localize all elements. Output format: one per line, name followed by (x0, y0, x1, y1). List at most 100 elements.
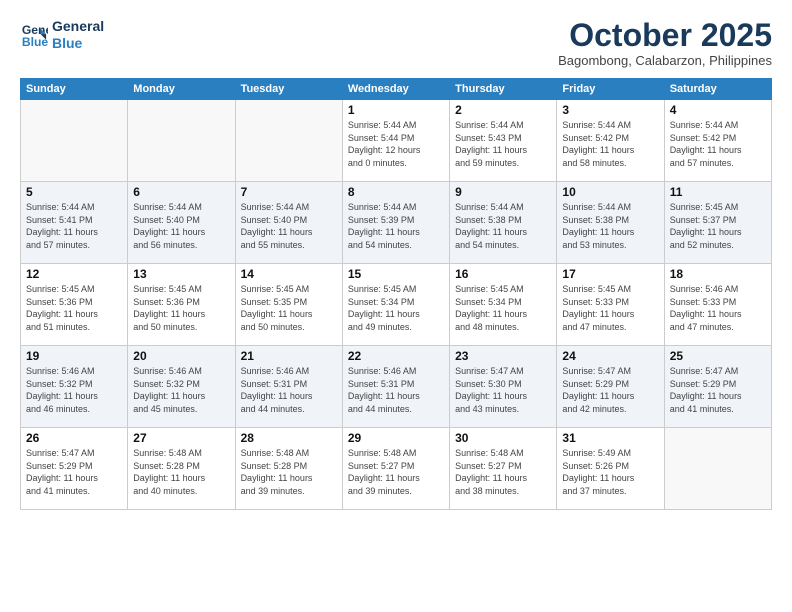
day-number: 19 (26, 349, 122, 363)
weekday-header-wednesday: Wednesday (342, 79, 449, 100)
day-number: 15 (348, 267, 444, 281)
calendar-cell: 10 Sunrise: 5:44 AMSunset: 5:38 PMDayligh… (557, 182, 664, 264)
calendar-cell: 29 Sunrise: 5:48 AMSunset: 5:27 PMDayligh… (342, 428, 449, 510)
day-number: 23 (455, 349, 551, 363)
day-info: Sunrise: 5:47 AMSunset: 5:29 PMDaylight:… (670, 365, 766, 415)
calendar-cell: 20 Sunrise: 5:46 AMSunset: 5:32 PMDayligh… (128, 346, 235, 428)
day-info: Sunrise: 5:45 AMSunset: 5:33 PMDaylight:… (562, 283, 658, 333)
day-number: 7 (241, 185, 337, 199)
day-number: 5 (26, 185, 122, 199)
calendar-cell: 22Sunrise: 5:46 AMSunset: 5:31 PMDayligh… (342, 346, 449, 428)
day-number: 20 (133, 349, 229, 363)
day-number: 25 (670, 349, 766, 363)
calendar-cell (128, 100, 235, 182)
page: General Blue General Blue October 2025 B… (0, 0, 792, 612)
day-info: Sunrise: 5:46 AMSunset: 5:32 PMDaylight:… (26, 365, 122, 415)
day-info: Sunrise: 5:44 AMSunset: 5:43 PMDaylight:… (455, 119, 551, 169)
calendar-cell: 13Sunrise: 5:45 AMSunset: 5:36 PMDayligh… (128, 264, 235, 346)
day-info: Sunrise: 5:46 AMSunset: 5:31 PMDaylight:… (241, 365, 337, 415)
day-info: Sunrise: 5:47 AMSunset: 5:29 PMDaylight:… (562, 365, 658, 415)
day-number: 22 (348, 349, 444, 363)
calendar-cell: 6 Sunrise: 5:44 AMSunset: 5:40 PMDaylight… (128, 182, 235, 264)
day-number: 26 (26, 431, 122, 445)
day-info: Sunrise: 5:45 AMSunset: 5:37 PMDaylight:… (670, 201, 766, 251)
day-number: 18 (670, 267, 766, 281)
calendar-cell: 19 Sunrise: 5:46 AMSunset: 5:32 PMDayligh… (21, 346, 128, 428)
logo: General Blue General Blue (20, 18, 104, 52)
day-number: 27 (133, 431, 229, 445)
day-info: Sunrise: 5:44 AMSunset: 5:39 PMDaylight:… (348, 201, 444, 251)
header: General Blue General Blue October 2025 B… (20, 18, 772, 68)
day-info: Sunrise: 5:44 AMSunset: 5:40 PMDaylight:… (133, 201, 229, 251)
day-info: Sunrise: 5:44 AMSunset: 5:42 PMDaylight:… (562, 119, 658, 169)
day-number: 6 (133, 185, 229, 199)
calendar-cell (664, 428, 771, 510)
calendar-cell: 7Sunrise: 5:44 AMSunset: 5:40 PMDaylight… (235, 182, 342, 264)
day-info: Sunrise: 5:48 AMSunset: 5:28 PMDaylight:… (133, 447, 229, 497)
calendar-table: SundayMondayTuesdayWednesdayThursdayFrid… (20, 78, 772, 510)
day-number: 9 (455, 185, 551, 199)
calendar-week-row: 5Sunrise: 5:44 AMSunset: 5:41 PMDaylight… (21, 182, 772, 264)
calendar-cell: 27 Sunrise: 5:48 AMSunset: 5:28 PMDayligh… (128, 428, 235, 510)
weekday-header-friday: Friday (557, 79, 664, 100)
day-info: Sunrise: 5:45 AMSunset: 5:34 PMDaylight:… (348, 283, 444, 333)
calendar-week-row: 26 Sunrise: 5:47 AMSunset: 5:29 PMDayligh… (21, 428, 772, 510)
day-number: 11 (670, 185, 766, 199)
day-info: Sunrise: 5:47 AMSunset: 5:29 PMDaylight:… (26, 447, 122, 497)
day-number: 3 (562, 103, 658, 117)
day-info: Sunrise: 5:45 AMSunset: 5:36 PMDaylight:… (133, 283, 229, 333)
day-info: Sunrise: 5:44 AMSunset: 5:38 PMDaylight:… (562, 201, 658, 251)
weekday-header-tuesday: Tuesday (235, 79, 342, 100)
calendar-cell: 21 Sunrise: 5:46 AMSunset: 5:31 PMDayligh… (235, 346, 342, 428)
weekday-header-saturday: Saturday (664, 79, 771, 100)
day-info: Sunrise: 5:49 AMSunset: 5:26 PMDaylight:… (562, 447, 658, 497)
calendar-cell: 24Sunrise: 5:47 AMSunset: 5:29 PMDayligh… (557, 346, 664, 428)
calendar-cell: 9 Sunrise: 5:44 AMSunset: 5:38 PMDaylight… (450, 182, 557, 264)
calendar-cell: 25 Sunrise: 5:47 AMSunset: 5:29 PMDayligh… (664, 346, 771, 428)
location: Bagombong, Calabarzon, Philippines (558, 53, 772, 68)
calendar-cell: 1Sunrise: 5:44 AMSunset: 5:44 PMDaylight… (342, 100, 449, 182)
logo-text-blue: Blue (52, 35, 104, 52)
calendar-cell: 26 Sunrise: 5:47 AMSunset: 5:29 PMDayligh… (21, 428, 128, 510)
day-info: Sunrise: 5:44 AMSunset: 5:38 PMDaylight:… (455, 201, 551, 251)
day-info: Sunrise: 5:46 AMSunset: 5:33 PMDaylight:… (670, 283, 766, 333)
day-number: 12 (26, 267, 122, 281)
calendar-cell: 11 Sunrise: 5:45 AMSunset: 5:37 PMDayligh… (664, 182, 771, 264)
day-info: Sunrise: 5:45 AMSunset: 5:36 PMDaylight:… (26, 283, 122, 333)
day-number: 21 (241, 349, 337, 363)
day-info: Sunrise: 5:48 AMSunset: 5:28 PMDaylight:… (241, 447, 337, 497)
logo-icon: General Blue (20, 21, 48, 49)
day-number: 28 (241, 431, 337, 445)
day-number: 2 (455, 103, 551, 117)
day-number: 16 (455, 267, 551, 281)
month-title: October 2025 (558, 18, 772, 53)
calendar-cell: 14Sunrise: 5:45 AMSunset: 5:35 PMDayligh… (235, 264, 342, 346)
calendar-week-row: 12 Sunrise: 5:45 AMSunset: 5:36 PMDayligh… (21, 264, 772, 346)
weekday-header-monday: Monday (128, 79, 235, 100)
day-info: Sunrise: 5:48 AMSunset: 5:27 PMDaylight:… (348, 447, 444, 497)
calendar-cell: 16 Sunrise: 5:45 AMSunset: 5:34 PMDayligh… (450, 264, 557, 346)
weekday-header-thursday: Thursday (450, 79, 557, 100)
calendar-cell: 23 Sunrise: 5:47 AMSunset: 5:30 PMDayligh… (450, 346, 557, 428)
calendar-cell: 17Sunrise: 5:45 AMSunset: 5:33 PMDayligh… (557, 264, 664, 346)
day-number: 29 (348, 431, 444, 445)
calendar-cell: 28 Sunrise: 5:48 AMSunset: 5:28 PMDayligh… (235, 428, 342, 510)
calendar-cell: 4Sunrise: 5:44 AMSunset: 5:42 PMDaylight… (664, 100, 771, 182)
logo-text-general: General (52, 18, 104, 35)
calendar-cell: 8 Sunrise: 5:44 AMSunset: 5:39 PMDaylight… (342, 182, 449, 264)
calendar-cell (235, 100, 342, 182)
day-info: Sunrise: 5:47 AMSunset: 5:30 PMDaylight:… (455, 365, 551, 415)
weekday-header-row: SundayMondayTuesdayWednesdayThursdayFrid… (21, 79, 772, 100)
day-info: Sunrise: 5:44 AMSunset: 5:44 PMDaylight:… (348, 119, 444, 169)
day-info: Sunrise: 5:46 AMSunset: 5:32 PMDaylight:… (133, 365, 229, 415)
day-number: 8 (348, 185, 444, 199)
day-number: 14 (241, 267, 337, 281)
day-info: Sunrise: 5:45 AMSunset: 5:34 PMDaylight:… (455, 283, 551, 333)
calendar-cell: 18 Sunrise: 5:46 AMSunset: 5:33 PMDayligh… (664, 264, 771, 346)
day-number: 10 (562, 185, 658, 199)
day-number: 30 (455, 431, 551, 445)
calendar-cell: 30Sunrise: 5:48 AMSunset: 5:27 PMDayligh… (450, 428, 557, 510)
calendar-cell: 12 Sunrise: 5:45 AMSunset: 5:36 PMDayligh… (21, 264, 128, 346)
day-number: 31 (562, 431, 658, 445)
calendar-cell: 15 Sunrise: 5:45 AMSunset: 5:34 PMDayligh… (342, 264, 449, 346)
